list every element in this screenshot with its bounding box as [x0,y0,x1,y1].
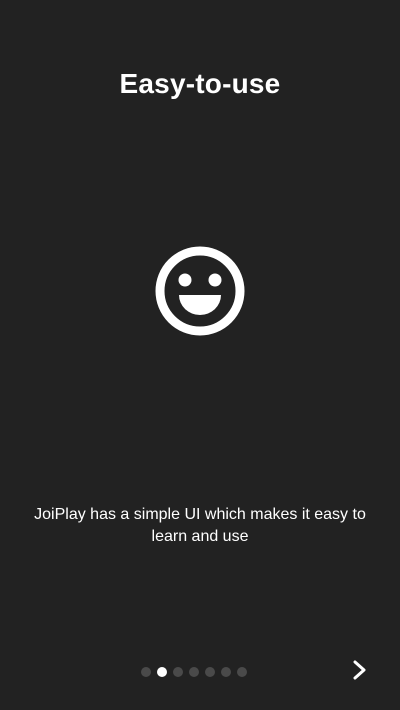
page-dot [205,667,215,677]
chevron-right-icon [353,660,366,680]
page-title: Easy-to-use [119,68,281,99]
page-indicator [141,666,247,678]
page-dot [221,667,231,677]
onboarding-screen: Easy-to-use JoiPlay has a simple UI whic… [0,0,400,710]
onboarding-description: JoiPlay has a simple UI which makes it e… [34,506,366,545]
page-dot [189,667,199,677]
page-dot [173,667,183,677]
page-dot [141,667,151,677]
next-button[interactable] [342,652,378,688]
smiley-face-icon [155,246,245,336]
page-dot-active [157,667,167,677]
page-dot [237,667,247,677]
